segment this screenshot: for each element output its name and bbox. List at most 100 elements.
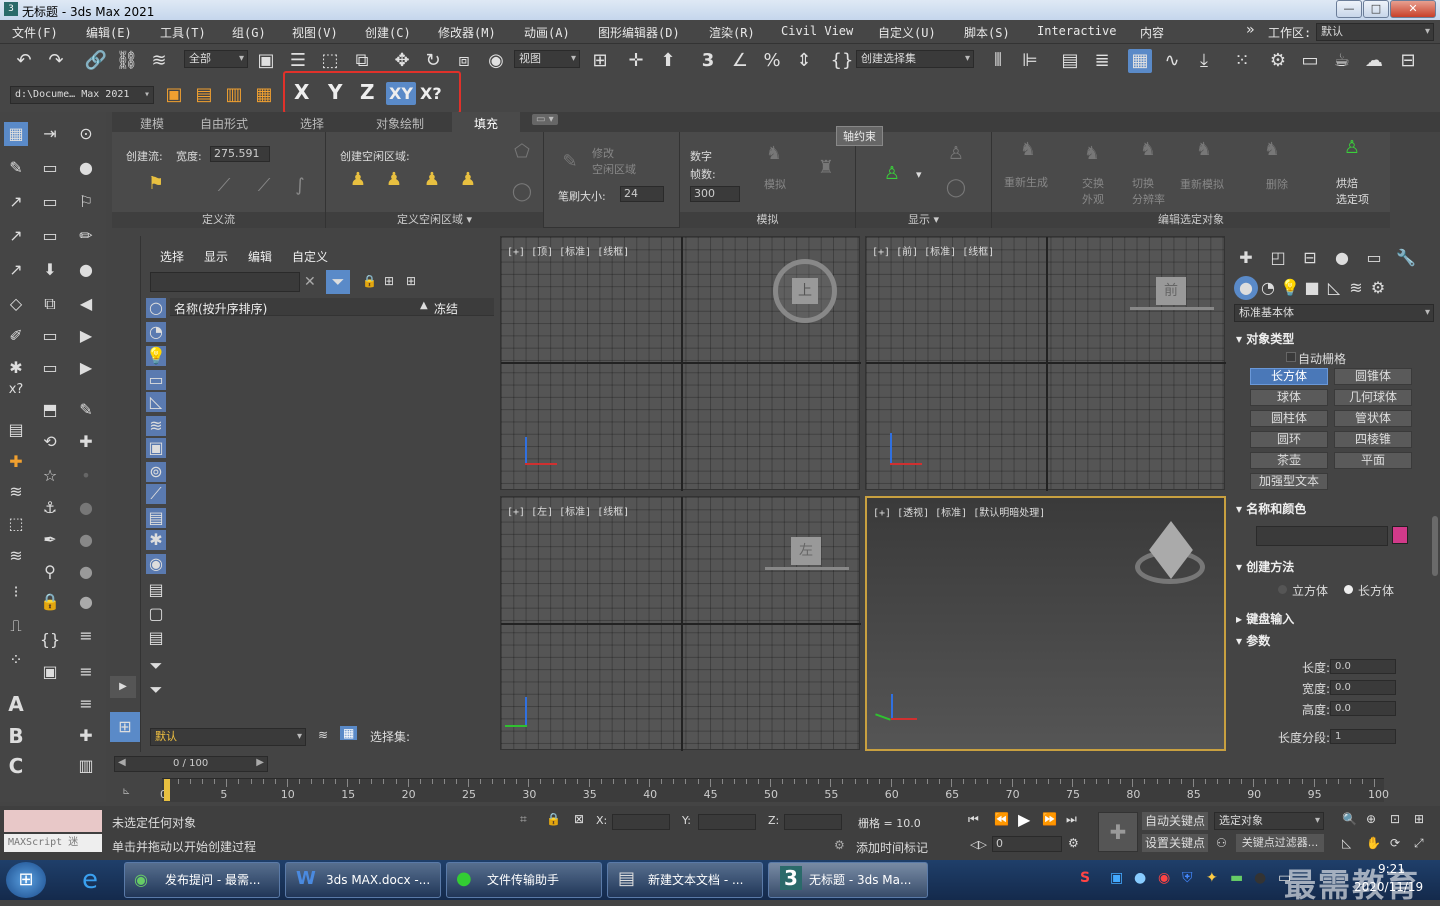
pivot-center-icon[interactable]: ⊞ [588, 49, 612, 73]
viewport-left-label[interactable]: [+] [左] [标准] [线框] [507, 503, 629, 518]
y-coord-input[interactable] [698, 814, 756, 830]
orbit-icon[interactable]: ⟳ [1390, 836, 1400, 850]
bake-icon[interactable]: ♙ [1340, 136, 1364, 160]
length-segs-spinner[interactable]: 1 [1330, 729, 1396, 744]
select-object-icon[interactable]: ▣ [254, 49, 278, 73]
selection-set-icon[interactable]: ▦ [340, 726, 358, 740]
autogrid-checkbox[interactable] [1286, 352, 1296, 362]
creation-method-rollout[interactable]: ▾ 创建方法 [1236, 558, 1428, 575]
key-filter-icon[interactable]: ⚇ [1216, 836, 1227, 850]
toggle-ribbon-icon[interactable]: ▦ [1128, 49, 1152, 73]
menu-interactive[interactable]: Interactive [1037, 24, 1116, 38]
layer-dropdown[interactable]: 默认 [150, 728, 306, 746]
plane-button[interactable]: 平面 [1334, 452, 1412, 469]
tool-icon[interactable]: ✎ [4, 156, 28, 180]
hierarchy2-icon[interactable]: ⊞ [406, 274, 416, 288]
tool-icon[interactable]: ✒ [38, 528, 62, 552]
width-spinner[interactable]: 0.0 [1330, 680, 1396, 695]
zoom-extents-all-icon[interactable]: ⊞ [1414, 812, 1424, 826]
tray-icon[interactable]: ● [1254, 870, 1266, 886]
tool-icon[interactable]: ▭ [38, 224, 62, 248]
viewport-layout-icon[interactable]: ⊞ [110, 712, 140, 742]
box-button[interactable]: 长方体 [1250, 368, 1328, 385]
group-filter-icon[interactable]: ▣ [146, 438, 166, 458]
menu-file[interactable]: 文件(F) [12, 24, 58, 41]
viewport-left[interactable]: [+] [左] [标准] [线框] 左 [500, 496, 861, 751]
object-type-rollout[interactable]: ▾ 对象类型 [1236, 330, 1428, 347]
column-name-header[interactable]: 名称(按升序排序) [174, 300, 267, 317]
simulate-icon[interactable]: ♞ [762, 142, 786, 166]
cameras-icon[interactable]: ■ [1300, 276, 1324, 300]
tool-icon[interactable]: ⧉ [38, 292, 62, 316]
ribbon-options-icon[interactable]: ▭ ▾ [532, 114, 558, 125]
bake-label[interactable]: 烘焙 选定项 [1336, 176, 1369, 208]
tool-icon[interactable]: ▶ [74, 324, 98, 348]
brush-size-input[interactable]: 24 [620, 186, 664, 202]
list-filter-icon[interactable]: ▤ [146, 628, 166, 648]
cylinder-button[interactable]: 圆柱体 [1250, 410, 1328, 427]
tray-icon[interactable]: ▣ [1110, 870, 1123, 886]
rendered-frame-icon[interactable]: ▭ [1298, 49, 1322, 73]
tab-modeling[interactable]: 建模 [140, 115, 164, 132]
ie-icon[interactable]: e [68, 862, 112, 898]
selected-object-dropdown[interactable]: 选定对象 [1214, 812, 1324, 830]
curve-editor-toggle-icon[interactable]: ⊾ [122, 786, 130, 797]
helpers-icon[interactable]: ◺ [1322, 276, 1346, 300]
select-manipulate-icon[interactable]: ✛ [624, 49, 648, 73]
view-cube[interactable]: 前 [1156, 277, 1186, 305]
zoom-all-icon[interactable]: ⊕ [1366, 812, 1376, 826]
tool-icon[interactable]: ⚲ [38, 560, 62, 584]
tool-icon[interactable]: ✐ [4, 324, 28, 348]
goto-end-icon[interactable]: ⏭ [1066, 812, 1077, 827]
named-selection-dropdown[interactable]: 创建选择集 [856, 50, 974, 68]
tool-icon[interactable]: ▤ [4, 418, 28, 442]
time-config-icon[interactable]: ⚙ [1068, 836, 1079, 850]
display-character-icon[interactable]: ♙ [880, 162, 904, 186]
menu-graph-editors[interactable]: 图形编辑器(D) [598, 24, 680, 41]
tray-icon[interactable]: ◉ [1158, 870, 1170, 886]
bind-spacewarp-icon[interactable]: ≋ [147, 49, 171, 73]
menu-content[interactable]: 内容 [1140, 24, 1164, 41]
teapot-button[interactable]: 茶壶 [1250, 452, 1328, 469]
mirror-icon[interactable]: ⫴ [986, 49, 1010, 73]
overflow-chevron-icon[interactable]: » [1246, 22, 1254, 38]
prev-key-icon[interactable]: ⏪ [994, 812, 1009, 826]
geometry-filter-icon[interactable]: ○ [146, 298, 166, 318]
viewport-front-label[interactable]: [+] [前] [标准] [线框] [872, 243, 994, 258]
category-dropdown[interactable]: 标准基本体 [1234, 304, 1434, 322]
sphere-button[interactable]: 球体 [1250, 389, 1328, 406]
unlink-icon[interactable]: ⛓ [115, 49, 139, 73]
motion-tab-icon[interactable]: ● [1330, 246, 1354, 270]
rotate-icon[interactable]: ↻ [421, 49, 445, 73]
flow-width-input[interactable]: 275.591 [210, 146, 270, 162]
box-radio[interactable] [1344, 585, 1353, 594]
camera-filter-icon[interactable]: ▭ [146, 370, 166, 390]
add-time-tag-label[interactable]: 添加时间标记 [856, 839, 928, 856]
idle-freeform-icon[interactable]: ♟ [420, 168, 444, 192]
time-tag-icon[interactable]: ⚙ [834, 838, 845, 852]
tool-icon[interactable]: ✱ [4, 356, 28, 380]
layers-icon[interactable]: ≋ [318, 728, 328, 742]
tool-icon[interactable]: ≡ [74, 624, 98, 648]
tool-icon[interactable]: ⊙ [74, 122, 98, 146]
redo-icon[interactable]: ↷ [44, 49, 68, 73]
tray-icon[interactable]: ▬ [1230, 870, 1243, 886]
menu-modifiers[interactable]: 修改器(M) [438, 24, 496, 41]
tool-icon[interactable]: ▣ [38, 660, 62, 684]
render-cloud-icon[interactable]: ☁ [1362, 49, 1386, 73]
tray-icon[interactable]: ⛨ [1182, 870, 1193, 886]
create-tab-icon[interactable]: ✚ [1234, 246, 1258, 270]
geometry-icon[interactable]: ● [1234, 276, 1258, 300]
selection-lock-icon[interactable]: 🔒 [546, 812, 561, 826]
viewport-front[interactable]: [+] [前] [标准] [线框] 前 [865, 236, 1226, 491]
tray-icon[interactable]: ● [1134, 870, 1146, 886]
tool-icon[interactable]: ✎ [74, 398, 98, 422]
blank-filter-icon[interactable]: ▢ [146, 604, 166, 624]
next-frame-icon[interactable]: ▶ [253, 757, 267, 768]
helper-filter-icon[interactable]: ◺ [146, 392, 166, 412]
expand-toolbar-icon[interactable]: ▶ [110, 676, 136, 698]
menu-create[interactable]: 创建(C) [365, 24, 411, 41]
name-color-rollout[interactable]: ▾ 名称和颜色 [1236, 500, 1428, 517]
named-selection-icon[interactable]: {} [830, 49, 854, 73]
tray-s-icon[interactable]: S [1080, 870, 1090, 886]
